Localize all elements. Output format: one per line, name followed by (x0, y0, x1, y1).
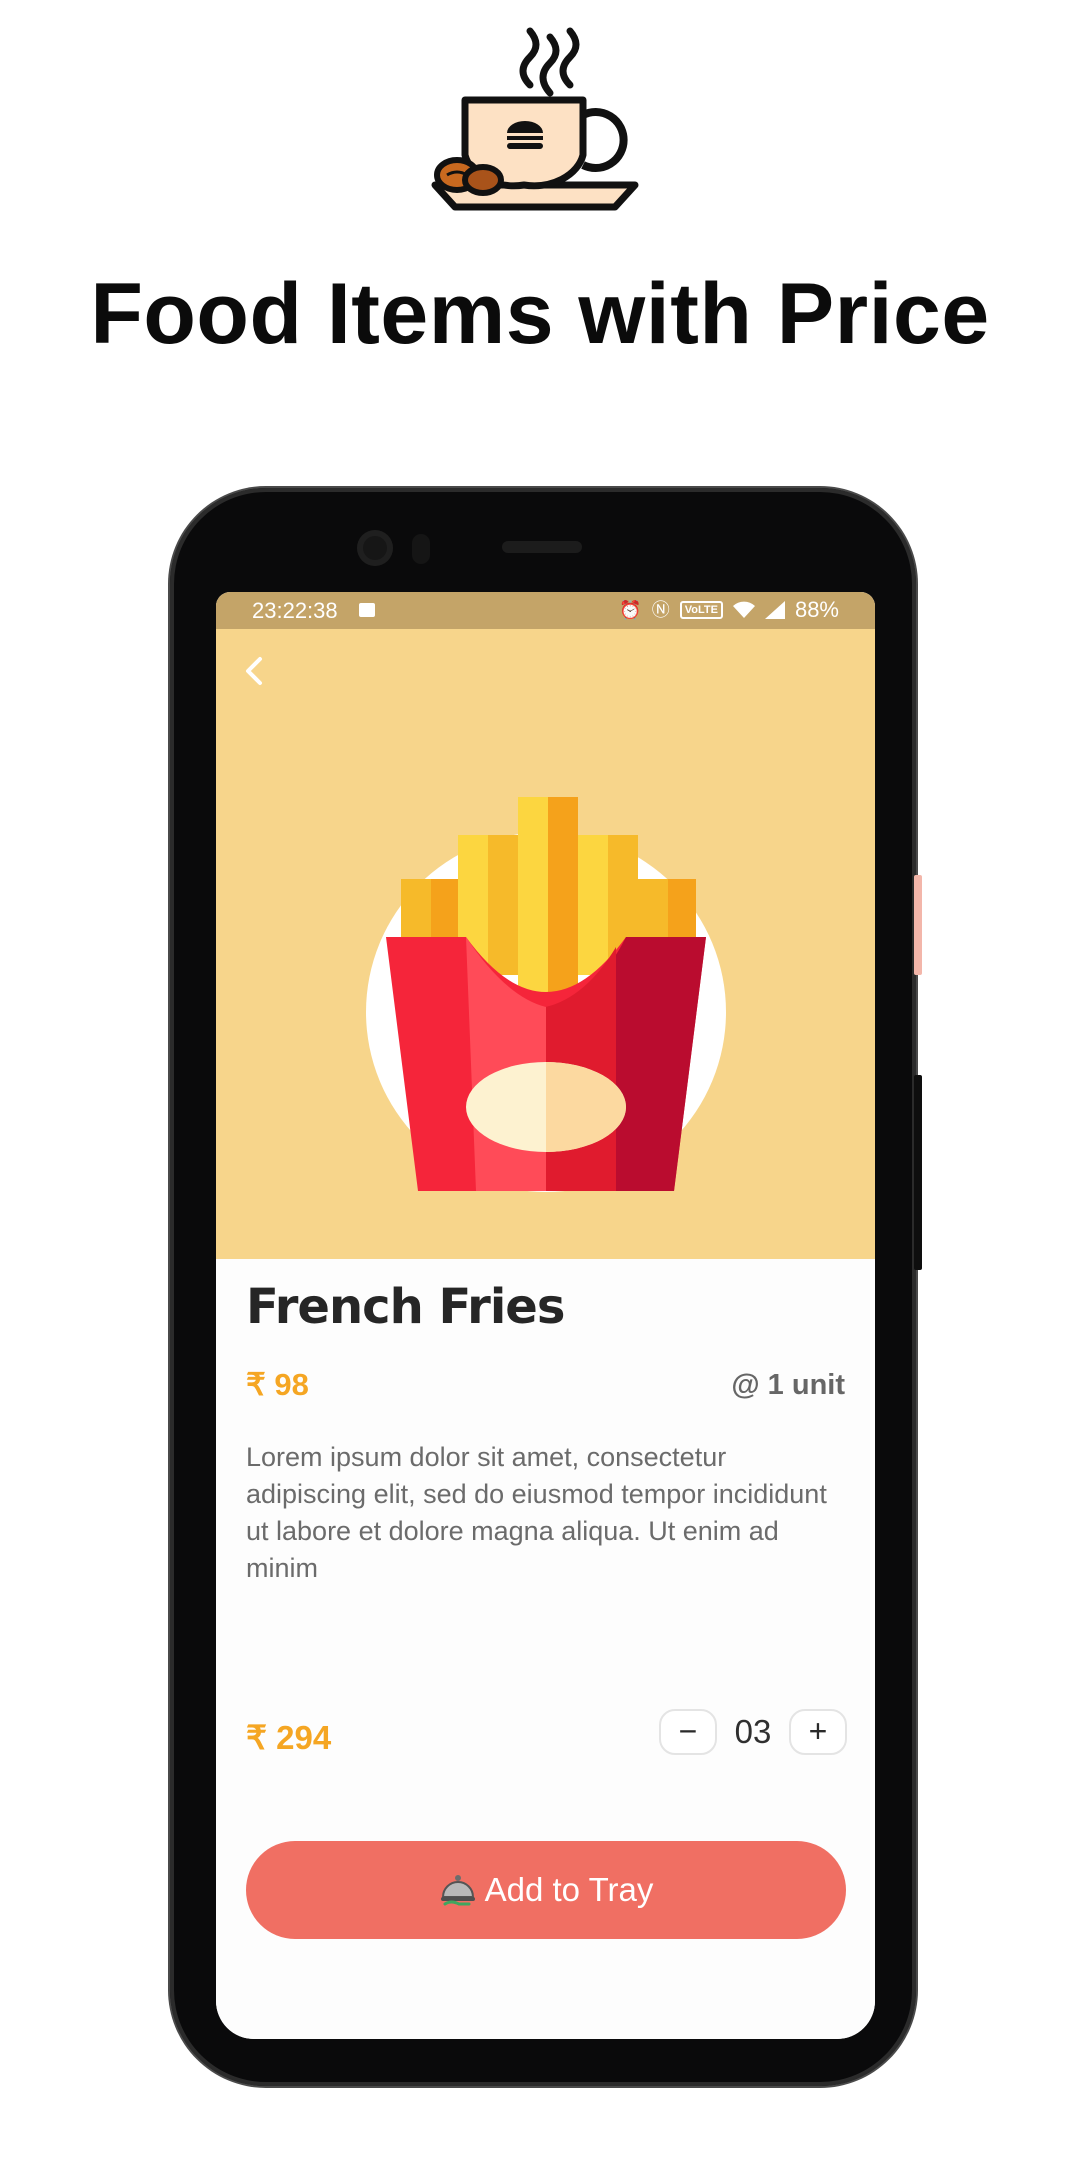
signal-icon (764, 601, 785, 619)
product-image-panel (216, 629, 875, 1259)
status-icons: ⏰ Ⓝ VoLTE 88% (619, 597, 839, 623)
battery-percent: 88% (794, 597, 839, 622)
per-unit-label: @ 1 unit (731, 1369, 845, 1401)
product-name: French Fries (246, 1279, 565, 1335)
status-bar: 23:22:38 ⏰ Ⓝ VoLTE 88% (216, 592, 875, 629)
front-camera (357, 530, 393, 566)
add-to-tray-button[interactable]: Add to Tray (246, 1841, 846, 1939)
wifi-icon (732, 601, 755, 618)
unit-price: ₹ 98 (246, 1367, 309, 1402)
nfc-icon: Ⓝ (651, 600, 670, 620)
phone-power-button (914, 1075, 922, 1270)
phone-volume-button (914, 875, 922, 975)
phone-screen: 23:22:38 ⏰ Ⓝ VoLTE 88% French Fries ₹ 98… (216, 592, 875, 2039)
image-icon (359, 603, 375, 617)
alarm-icon: ⏰ (619, 600, 642, 620)
product-description: Lorem ipsum dolor sit amet, consectetur … (246, 1442, 827, 1583)
earpiece-speaker (502, 541, 582, 553)
proximity-sensor (412, 534, 430, 564)
serving-tray-icon (440, 1875, 475, 1906)
page: Food Items with Price 23:22:38 ⏰ Ⓝ VoLTE… (0, 0, 1080, 2160)
increment-button[interactable]: + (789, 1709, 847, 1755)
add-button-label: Add to Tray (484, 1871, 654, 1908)
total-price: ₹ 294 (246, 1719, 332, 1756)
status-time: 23:22:38 (252, 598, 338, 623)
quantity-stepper: − 03 + (659, 1709, 847, 1755)
decrement-button[interactable]: − (659, 1709, 717, 1755)
volte-badge: VoLTE (679, 601, 723, 619)
french-fries-icon (366, 797, 726, 1192)
page-title: Food Items with Price (90, 266, 990, 362)
quantity-value: 03 (734, 1713, 772, 1750)
coffee-cup-burger-icon (431, 27, 639, 211)
chevron-left-icon[interactable] (234, 651, 274, 691)
